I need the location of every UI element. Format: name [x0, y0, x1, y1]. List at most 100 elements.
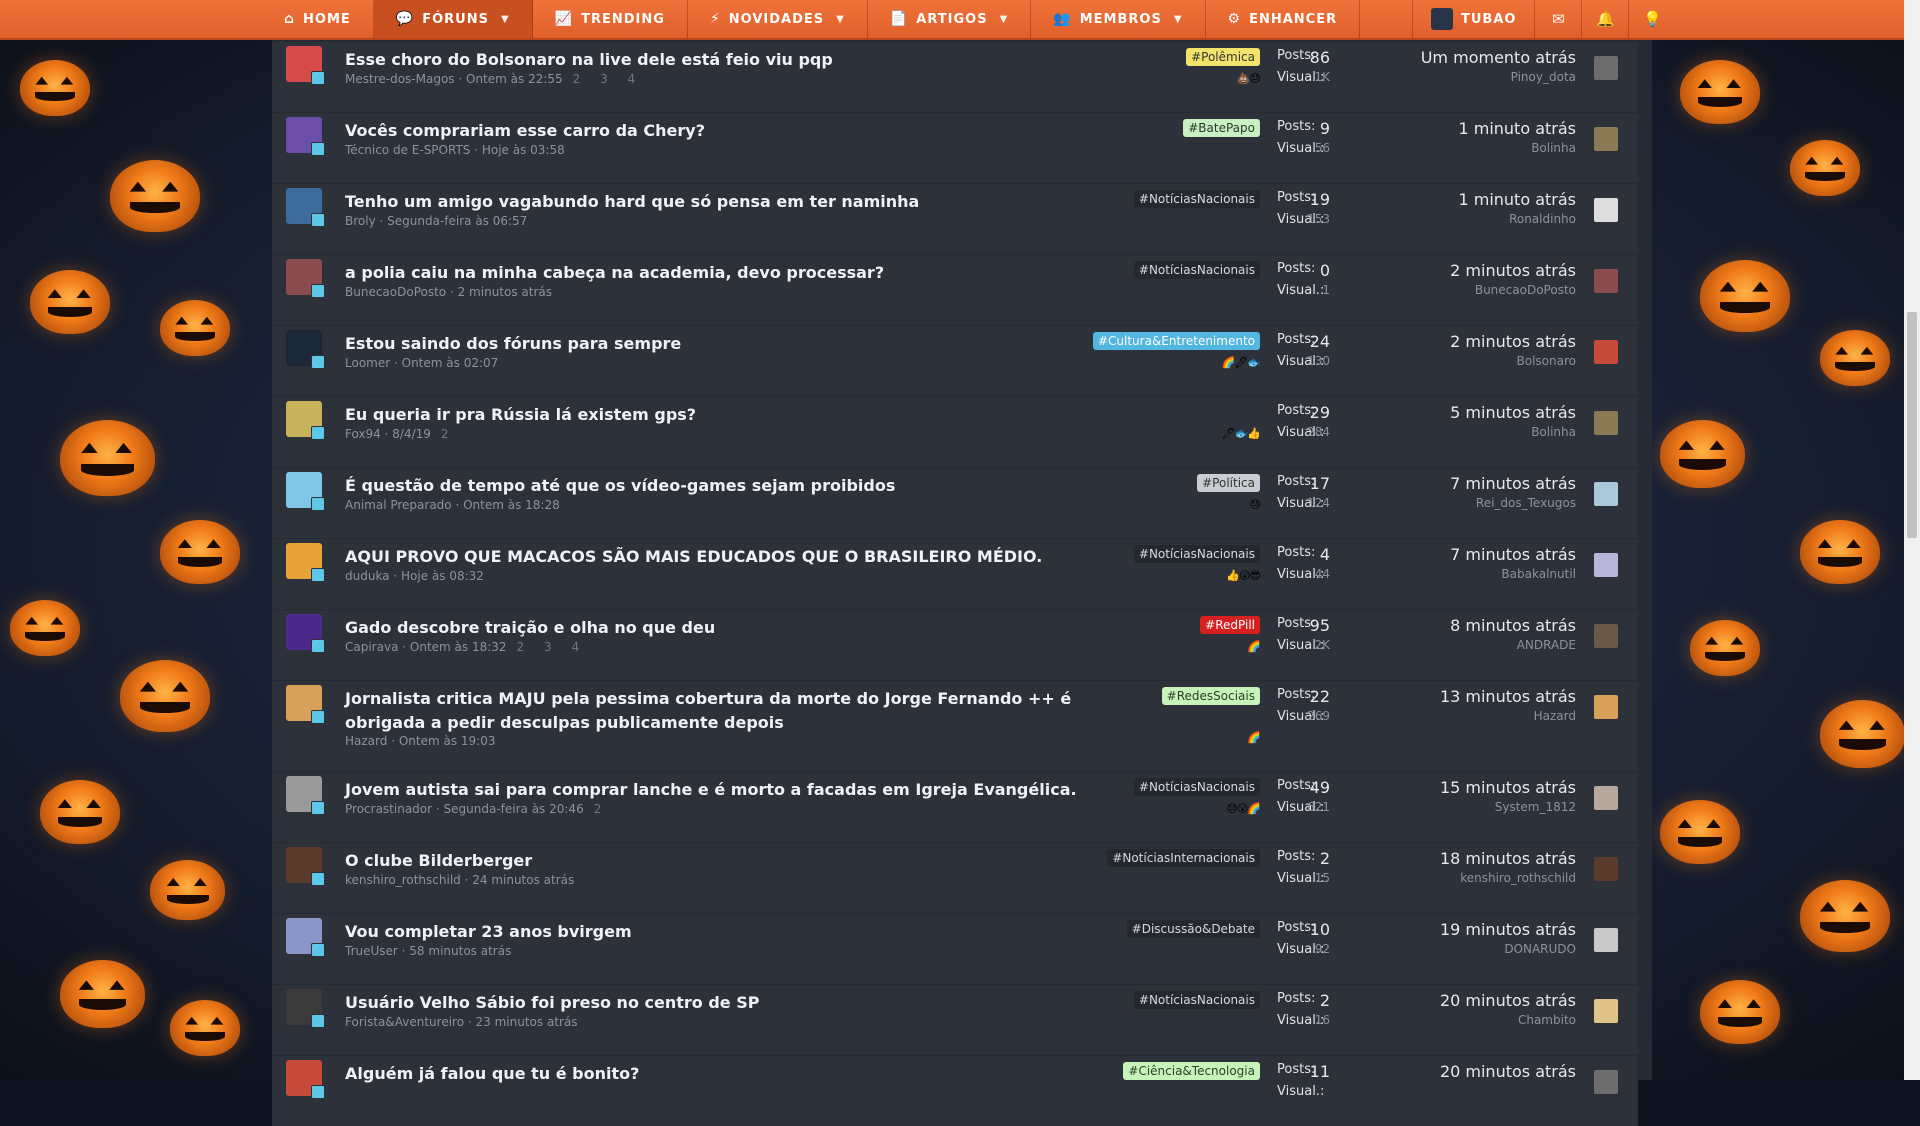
user-menu[interactable]: TUBAO: [1412, 0, 1534, 38]
last-poster-avatar[interactable]: [1594, 553, 1618, 577]
thread-title[interactable]: Alguém já falou que tu é bonito?: [345, 1062, 1135, 1086]
last-post-user[interactable]: System_1812: [1495, 800, 1576, 814]
thread-author-avatar[interactable]: [286, 776, 325, 815]
thread-title[interactable]: Vou completar 23 anos bvirgem: [345, 920, 1135, 944]
thread-title[interactable]: Esse choro do Bolsonaro na live dele est…: [345, 48, 1135, 72]
last-post-time[interactable]: 15 minutos atrás: [1440, 778, 1576, 797]
last-poster-avatar[interactable]: [1594, 1070, 1618, 1094]
last-poster-avatar[interactable]: [1594, 857, 1618, 881]
last-post-user[interactable]: Chambito: [1518, 1013, 1576, 1027]
thread-title[interactable]: Gado descobre traição e olha no que deu: [345, 616, 1135, 640]
thread-tag[interactable]: #Política: [1197, 474, 1260, 492]
chevron-down-icon[interactable]: ▼: [1174, 14, 1183, 25]
thread-row[interactable]: Alguém já falou que tu é bonito? #Ciência…: [272, 1056, 1638, 1126]
last-poster-avatar[interactable]: [1594, 340, 1618, 364]
last-poster-avatar[interactable]: [1594, 269, 1618, 293]
last-post-user[interactable]: Ronaldinho: [1509, 212, 1576, 226]
thread-pages[interactable]: 2 3 4: [573, 72, 644, 86]
thread-tag[interactable]: #NotíciasNacionais: [1133, 545, 1260, 563]
thread-author-avatar[interactable]: [286, 989, 325, 1028]
thread-author-avatar[interactable]: [286, 117, 325, 156]
nav-enhancer[interactable]: ⚙ ENHANCER: [1206, 0, 1361, 38]
bulb-icon[interactable]: 💡: [1628, 0, 1675, 38]
nav-foruns[interactable]: 💬 FÓRUNS ▼: [373, 0, 533, 38]
thread-tag[interactable]: #NotíciasNacionais: [1133, 190, 1260, 208]
thread-author[interactable]: Procrastinador: [345, 802, 432, 816]
thread-author[interactable]: BunecaoDoPosto: [345, 285, 446, 299]
last-post-time[interactable]: Um momento atrás: [1421, 48, 1576, 67]
thread-title[interactable]: Tenho um amigo vagabundo hard que só pen…: [345, 190, 1135, 214]
nav-artigos[interactable]: 📄 ARTIGOS ▼: [868, 0, 1032, 38]
last-poster-avatar[interactable]: [1594, 999, 1618, 1023]
last-post-user[interactable]: Bolinha: [1531, 425, 1576, 439]
thread-author[interactable]: Loomer: [345, 356, 390, 370]
thread-tag[interactable]: #Polêmica: [1186, 48, 1260, 66]
last-post-user[interactable]: Rei_dos_Texugos: [1476, 496, 1576, 510]
chevron-down-icon[interactable]: ▼: [501, 14, 510, 25]
last-poster-avatar[interactable]: [1594, 695, 1618, 719]
thread-author[interactable]: TrueUser: [345, 944, 398, 958]
thread-author[interactable]: Mestre-dos-Magos: [345, 72, 455, 86]
chevron-down-icon[interactable]: ▼: [1000, 14, 1009, 25]
thread-row[interactable]: Gado descobre traição e olha no que deu C…: [272, 610, 1638, 680]
thread-title[interactable]: Estou saindo dos fóruns para sempre: [345, 332, 1135, 356]
last-post-user[interactable]: Bolsonaro: [1517, 354, 1576, 368]
last-post-user[interactable]: Hazard: [1534, 709, 1576, 723]
nav-novidades[interactable]: ⚡ NOVIDADES ▼: [688, 0, 868, 38]
thread-author-avatar[interactable]: [286, 259, 325, 298]
thread-tag[interactable]: #Ciência&Tecnologia: [1123, 1062, 1260, 1080]
thread-row[interactable]: O clube Bilderberger kenshiro_rothschild …: [272, 843, 1638, 913]
thread-row[interactable]: Estou saindo dos fóruns para sempre Loome…: [272, 326, 1638, 396]
last-poster-avatar[interactable]: [1594, 928, 1618, 952]
last-poster-avatar[interactable]: [1594, 56, 1618, 80]
nav-trending[interactable]: 📈 TRENDING: [533, 0, 688, 38]
last-post-user[interactable]: kenshiro_rothschild: [1460, 871, 1576, 885]
last-post-time[interactable]: 20 minutos atrás: [1440, 1062, 1576, 1081]
last-poster-avatar[interactable]: [1594, 624, 1618, 648]
thread-pages[interactable]: 2: [441, 427, 457, 441]
last-post-user[interactable]: Pinoy_dota: [1511, 70, 1576, 84]
last-poster-avatar[interactable]: [1594, 127, 1618, 151]
thread-title[interactable]: Jornalista critica MAJU pela pessima cob…: [345, 687, 1135, 735]
thread-author[interactable]: Forista&Aventureiro: [345, 1015, 464, 1029]
last-post-time[interactable]: 7 minutos atrás: [1450, 545, 1576, 564]
thread-title[interactable]: Jovem autista sai para comprar lanche e …: [345, 778, 1135, 802]
thread-author-avatar[interactable]: [286, 46, 325, 85]
thread-title[interactable]: É questão de tempo até que os vídeo-game…: [345, 474, 1135, 498]
last-poster-avatar[interactable]: [1594, 786, 1618, 810]
thread-row[interactable]: É questão de tempo até que os vídeo-game…: [272, 468, 1638, 538]
last-post-time[interactable]: 8 minutos atrás: [1450, 616, 1576, 635]
thread-author-avatar[interactable]: [286, 188, 325, 227]
nav-membros[interactable]: 👥 MEMBROS ▼: [1031, 0, 1206, 38]
nav-home[interactable]: ⌂ HOME: [262, 0, 374, 38]
scrollbar-thumb[interactable]: [1907, 312, 1917, 538]
last-poster-avatar[interactable]: [1594, 482, 1618, 506]
last-post-user[interactable]: DONARUDO: [1504, 942, 1576, 956]
thread-row[interactable]: Vocês comprariam esse carro da Chery? Téc…: [272, 113, 1638, 183]
thread-pages[interactable]: 2: [594, 802, 610, 816]
last-post-user[interactable]: Bolinha: [1531, 141, 1576, 155]
thread-author[interactable]: Fox94: [345, 427, 381, 441]
thread-author[interactable]: kenshiro_rothschild: [345, 873, 461, 887]
thread-tag[interactable]: #NotíciasNacionais: [1133, 778, 1260, 796]
last-post-time[interactable]: 5 minutos atrás: [1450, 403, 1576, 422]
last-post-time[interactable]: 19 minutos atrás: [1440, 920, 1576, 939]
thread-author[interactable]: duduka: [345, 569, 390, 583]
bell-icon[interactable]: 🔔: [1581, 0, 1628, 38]
chevron-down-icon[interactable]: ▼: [836, 14, 845, 25]
thread-author-avatar[interactable]: [286, 847, 325, 886]
thread-author-avatar[interactable]: [286, 918, 325, 957]
last-post-time[interactable]: 13 minutos atrás: [1440, 687, 1576, 706]
last-post-time[interactable]: 20 minutos atrás: [1440, 991, 1576, 1010]
thread-author[interactable]: Animal Preparado: [345, 498, 452, 512]
thread-title[interactable]: O clube Bilderberger: [345, 849, 1135, 873]
thread-pages[interactable]: 2 3 4: [517, 640, 588, 654]
thread-tag[interactable]: #NotíciasNacionais: [1133, 991, 1260, 1009]
thread-row[interactable]: Jornalista critica MAJU pela pessima cob…: [272, 681, 1638, 771]
thread-author[interactable]: Capirava: [345, 640, 398, 654]
thread-tag[interactable]: #BatePapo: [1183, 119, 1260, 137]
last-poster-avatar[interactable]: [1594, 198, 1618, 222]
thread-row[interactable]: Eu queria ir pra Rússia lá existem gps? F…: [272, 397, 1638, 467]
thread-author-avatar[interactable]: [286, 1060, 325, 1099]
thread-row[interactable]: Vou completar 23 anos bvirgem TrueUser · …: [272, 914, 1638, 984]
